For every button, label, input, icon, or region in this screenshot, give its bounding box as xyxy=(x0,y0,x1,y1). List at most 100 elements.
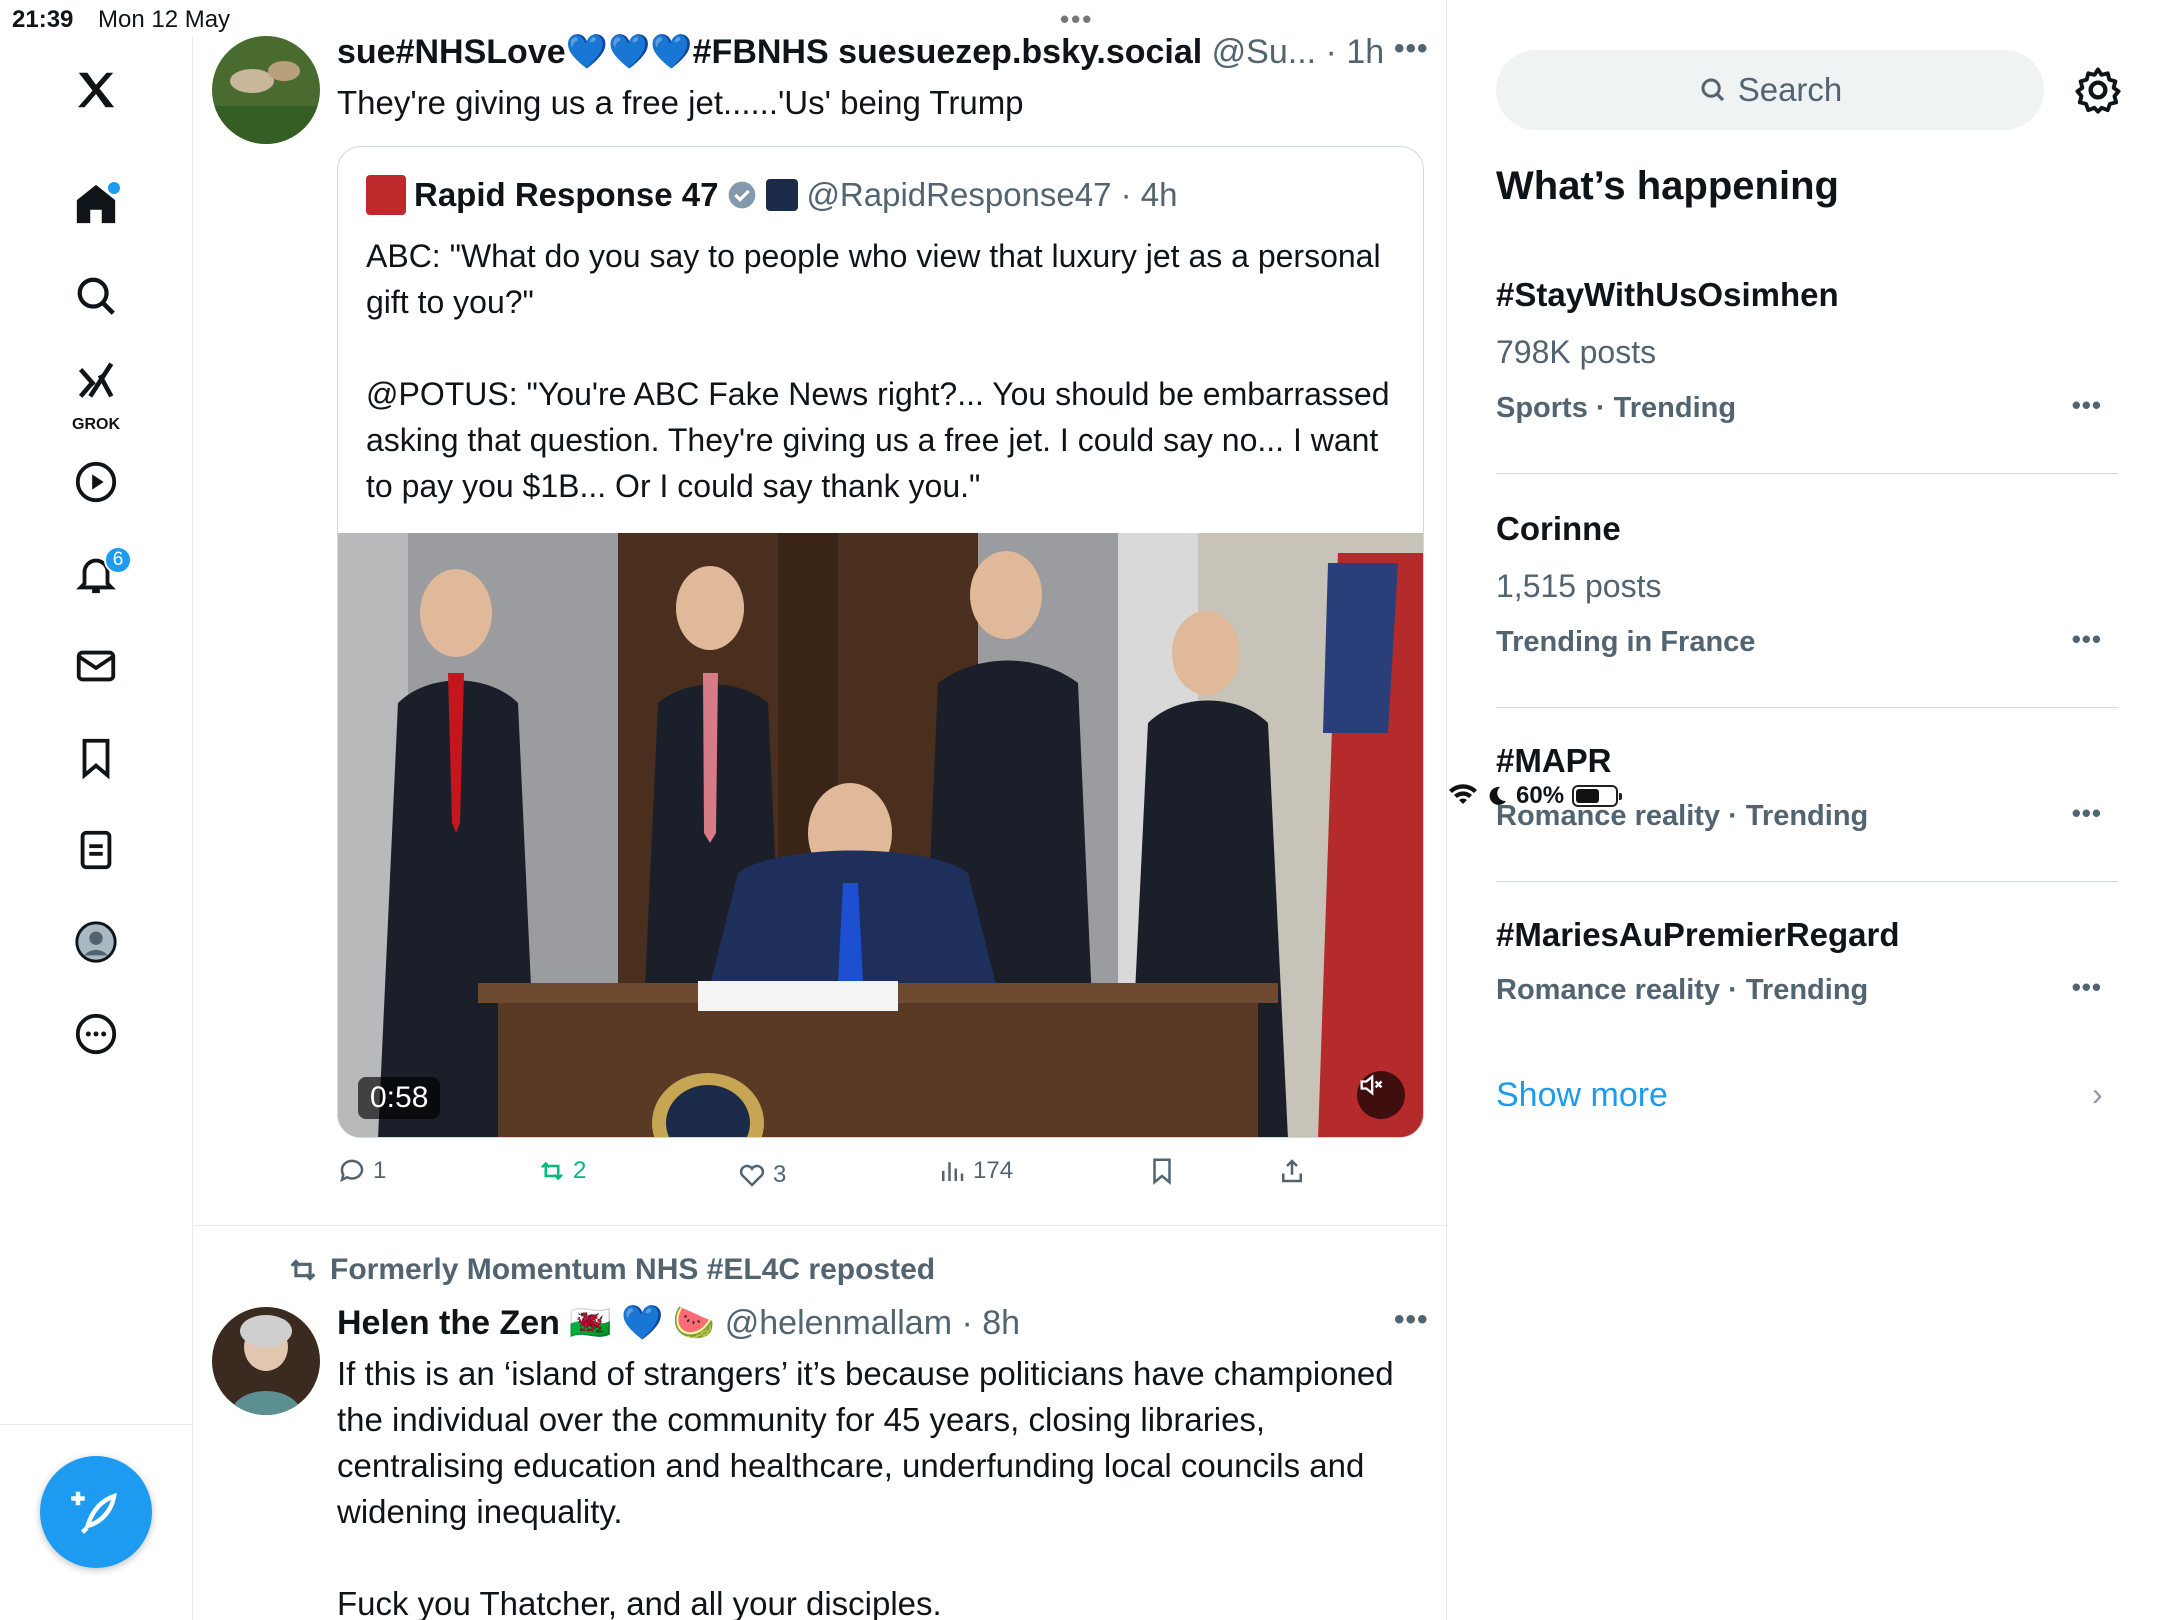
share-button[interactable] xyxy=(1277,1156,1307,1186)
post-text: They're giving us a free jet......'Us' b… xyxy=(337,84,1024,121)
rapid-response-logo xyxy=(366,175,406,215)
nav-divider xyxy=(0,1424,193,1425)
left-nav: GROK 6 xyxy=(0,36,193,1620)
quoted-header: Rapid Response 47 @RapidResponse47 · 4h xyxy=(366,175,1178,215)
post[interactable]: Formerly Momentum NHS #EL4C reposted Hel… xyxy=(194,1227,1446,1620)
nav-bookmarks[interactable] xyxy=(56,718,136,798)
status-time: 21:39 xyxy=(12,6,74,33)
reply-count: 1 xyxy=(373,1157,387,1184)
views-count: 174 xyxy=(973,1157,1014,1184)
more-circle-icon xyxy=(75,1013,117,1055)
nav-video[interactable] xyxy=(56,442,136,522)
speaker-muted-icon xyxy=(1360,1074,1383,1096)
trend-meta: Trending in France xyxy=(1496,626,1756,658)
quoted-text: ABC: "What do you say to people who view… xyxy=(366,238,1390,504)
quoted-author-name: Rapid Response 47 xyxy=(414,176,719,213)
heart-icon xyxy=(739,1164,765,1187)
post-header: sue#NHSLove💙💙💙#FBNHS suesuezep.bsky.soci… xyxy=(337,32,1384,72)
play-icon xyxy=(75,461,117,503)
grok-label: GROK xyxy=(72,416,120,433)
video-duration: 0:58 xyxy=(358,1077,441,1119)
trend-posts: 1,515 posts xyxy=(1496,568,1662,604)
trend-item[interactable]: Corinne 1,515 posts Trending in France •… xyxy=(1496,510,2118,708)
author-handle-time[interactable]: @Su... · 1h xyxy=(1212,33,1384,71)
reply-icon xyxy=(340,1159,364,1183)
timeline: sue#NHSLove💙💙💙#FBNHS suesuezep.bsky.soci… xyxy=(194,0,1447,1620)
nav-profile[interactable] xyxy=(56,902,136,982)
trend-name: Corinne xyxy=(1496,510,1621,547)
chevron-right-icon: › xyxy=(2092,1076,2103,1112)
post-text: If this is an ‘island of strangers’ it’s… xyxy=(337,1355,1394,1620)
trend-more-icon[interactable]: ••• xyxy=(2072,972,2102,1003)
nav-more[interactable] xyxy=(56,994,136,1074)
post-actions: 1 2 3 174 xyxy=(337,1156,1424,1202)
repost-button[interactable]: 2 xyxy=(537,1156,586,1186)
repost-icon xyxy=(541,1161,563,1181)
mute-button[interactable] xyxy=(1357,1071,1405,1119)
white-house-affiliate-icon xyxy=(766,179,799,211)
like-count: 3 xyxy=(773,1161,787,1188)
x-logo-icon[interactable] xyxy=(56,50,136,130)
author-name[interactable]: Helen the Zen 🏴󠁧󠁢󠁷󠁬󠁳󠁿 💙 🍉 xyxy=(337,1304,715,1342)
video-thumbnail xyxy=(338,533,1423,1137)
trend-more-icon[interactable]: ••• xyxy=(2072,624,2102,655)
trend-more-icon[interactable]: ••• xyxy=(2072,798,2102,829)
trend-name: #MAPR xyxy=(1496,742,1612,779)
list-icon xyxy=(80,830,112,870)
nav-grok[interactable]: GROK xyxy=(56,342,136,438)
trend-meta: Romance reality · Trending xyxy=(1496,974,1869,1006)
author-avatar[interactable] xyxy=(212,1307,320,1415)
views-chart-icon xyxy=(942,1162,964,1181)
like-button[interactable]: 3 xyxy=(737,1160,786,1190)
video-player[interactable]: 0:58 xyxy=(338,533,1423,1137)
post-more-icon[interactable]: ••• xyxy=(1394,1303,1429,1337)
views-button[interactable]: 174 xyxy=(937,1156,1013,1186)
nav-explore[interactable] xyxy=(56,256,136,336)
feather-plus-icon xyxy=(71,1491,117,1534)
compose-post-button[interactable] xyxy=(40,1456,152,1568)
trend-item[interactable]: #StayWithUsOsimhen 798K posts Sports · T… xyxy=(1496,276,2118,474)
mail-icon xyxy=(76,650,116,682)
post-header: Helen the Zen 🏴󠁧󠁢󠁷󠁬󠁳󠁿 💙 🍉 @helenmallam ·… xyxy=(337,1303,1020,1343)
trend-meta: Sports · Trending xyxy=(1496,392,1737,424)
grok-icon xyxy=(78,362,114,398)
share-icon xyxy=(1282,1159,1302,1183)
nav-messages[interactable] xyxy=(56,626,136,706)
repost-count: 2 xyxy=(573,1157,587,1184)
bookmark-button[interactable] xyxy=(1147,1156,1177,1186)
search-icon xyxy=(1701,78,1724,102)
author-handle-time[interactable]: @helenmallam · 8h xyxy=(725,1304,1020,1342)
trend-more-icon[interactable]: ••• xyxy=(2072,390,2102,421)
search-placeholder: Search xyxy=(1737,71,1843,108)
nav-lists[interactable] xyxy=(56,810,136,890)
quoted-post[interactable]: Rapid Response 47 @RapidResponse47 · 4h … xyxy=(337,146,1424,1138)
trend-name: #StayWithUsOsimhen xyxy=(1496,276,1839,313)
repost-icon xyxy=(290,1259,316,1281)
nav-home[interactable] xyxy=(56,164,136,244)
verified-gray-badge-icon xyxy=(729,181,756,209)
trend-item[interactable]: #MariesAuPremierRegard Romance reality ·… xyxy=(1496,916,2118,1046)
trend-name: #MariesAuPremierRegard xyxy=(1496,916,1900,953)
repost-context-label: Formerly Momentum NHS #EL4C reposted xyxy=(330,1253,936,1286)
trend-meta: Romance reality · Trending xyxy=(1496,800,1869,832)
bookmark-icon xyxy=(82,738,110,780)
whats-happening-title: What’s happening xyxy=(1496,164,1839,208)
trend-item[interactable]: #MAPR Romance reality · Trending ••• xyxy=(1496,742,2118,882)
author-avatar[interactable] xyxy=(212,36,320,144)
reply-button[interactable]: 1 xyxy=(337,1156,386,1186)
post-more-icon[interactable]: ••• xyxy=(1394,32,1429,66)
gear-icon[interactable] xyxy=(2072,64,2124,116)
notifications-badge: 6 xyxy=(104,546,132,574)
bookmark-icon xyxy=(1153,1158,1171,1185)
author-name[interactable]: sue#NHSLove💙💙💙#FBNHS suesuezep.bsky.soci… xyxy=(337,33,1202,71)
profile-avatar-icon xyxy=(75,921,117,963)
show-more-link[interactable]: Show more xyxy=(1496,1076,1668,1115)
home-unread-dot xyxy=(108,182,120,194)
repost-context[interactable]: Formerly Momentum NHS #EL4C reposted xyxy=(286,1253,935,1287)
right-sidebar: Search What’s happening #StayWithUsOsimh… xyxy=(1448,36,2160,1620)
quoted-handle-time: @RapidResponse47 · 4h xyxy=(806,176,1178,213)
post[interactable]: sue#NHSLove💙💙💙#FBNHS suesuezep.bsky.soci… xyxy=(194,32,1446,1226)
nav-notifications[interactable]: 6 xyxy=(56,534,136,614)
search-input[interactable]: Search xyxy=(1496,50,2044,130)
trend-posts: 798K posts xyxy=(1496,334,1657,370)
